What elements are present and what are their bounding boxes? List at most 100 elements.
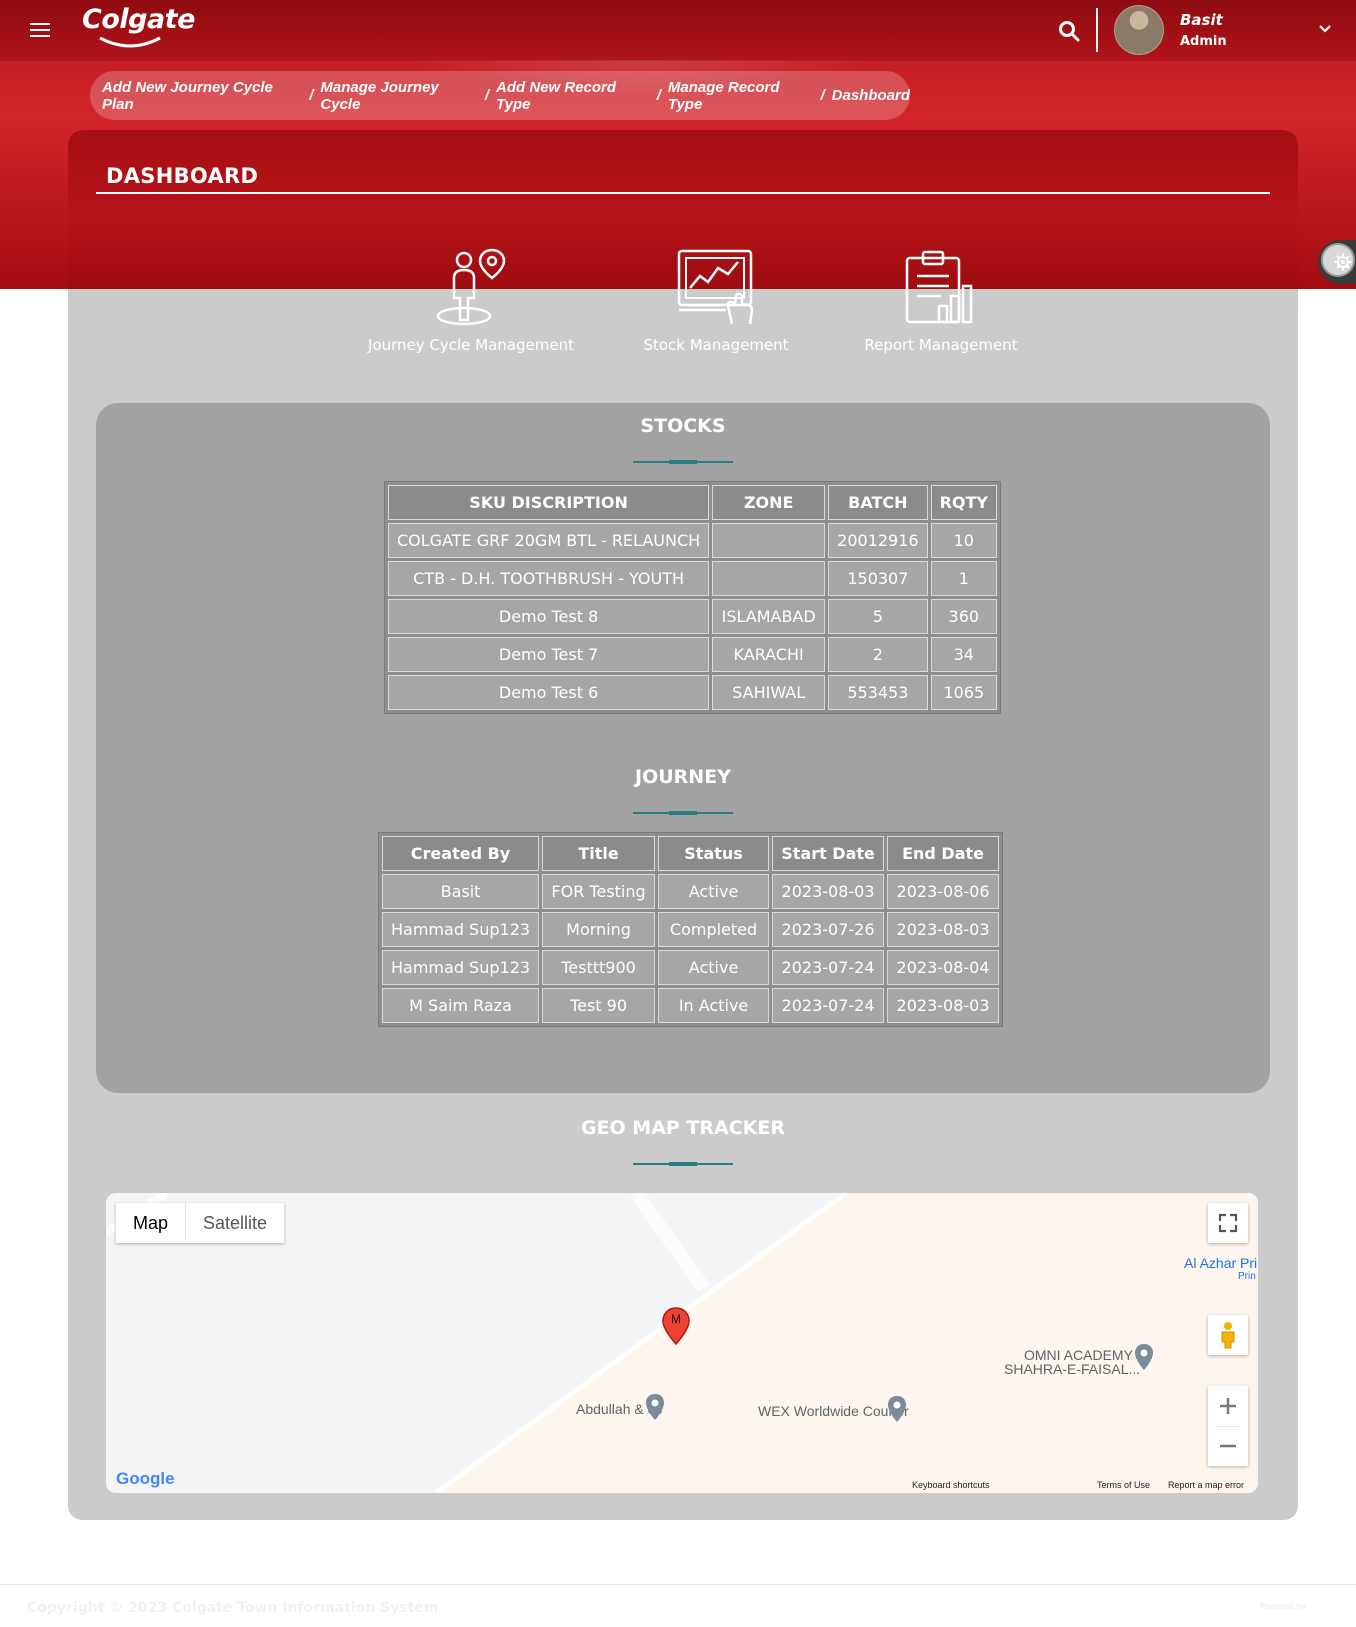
place-pin-icon[interactable]: [1134, 1343, 1154, 1371]
column-header[interactable]: Status: [658, 836, 770, 871]
stock-chart-touch-icon: [677, 249, 754, 325]
stocks-title-underline: [633, 460, 733, 464]
tables-panel: STOCKS SKU DISCRIPTION ZONE BATCH RQTY C…: [96, 403, 1270, 1093]
stocks-table: SKU DISCRIPTION ZONE BATCH RQTY COLGATE …: [384, 481, 1002, 714]
table-cell: 2023-08-03: [887, 912, 1000, 947]
place-pin-icon[interactable]: [887, 1395, 907, 1423]
terms-link[interactable]: Terms of Use: [1097, 1480, 1150, 1490]
map-type-control: Map Satellite: [116, 1203, 285, 1243]
breadcrumb-dashboard[interactable]: Dashboard: [832, 87, 910, 104]
journey-person-pin-icon: [436, 248, 506, 326]
title-divider: [96, 192, 1270, 194]
column-header[interactable]: End Date: [887, 836, 1000, 871]
table-row: Demo Test 7 KARACHI 2 34: [388, 637, 998, 672]
avatar[interactable]: [1114, 5, 1164, 55]
user-name[interactable]: Basit: [1180, 11, 1223, 29]
table-row: CTB - D.H. TOOTHBRUSH - YOUTH 150307 1: [388, 561, 998, 596]
google-logo[interactable]: Google: [116, 1469, 175, 1489]
column-header[interactable]: RQTY: [930, 485, 998, 520]
map-type-satellite-button[interactable]: Satellite: [185, 1203, 284, 1243]
table-cell: 2023-08-06: [887, 874, 1000, 909]
table-cell: COLGATE GRF 20GM BTL - RELAUNCH: [388, 523, 710, 558]
table-cell: Hammad Sup123: [382, 950, 540, 985]
breadcrumb-manage-journey-cycle[interactable]: Manage Journey Cycle: [320, 79, 477, 113]
column-header[interactable]: ZONE: [712, 485, 826, 520]
place-pin-icon[interactable]: [645, 1393, 665, 1421]
pegman-icon: [1221, 1322, 1235, 1349]
column-header[interactable]: Title: [542, 836, 656, 871]
table-cell: 2023-08-03: [772, 874, 885, 909]
module-journey-cycle-management[interactable]: Journey Cycle Management: [366, 248, 576, 354]
powered-by-text: Powered by: [1260, 1602, 1307, 1611]
table-cell: 5: [828, 599, 928, 634]
table-row: M Saim Raza Test 90 In Active 2023-07-24…: [382, 988, 1000, 1023]
report-map-error-link[interactable]: Report a map error: [1168, 1480, 1244, 1490]
table-cell: Basit: [382, 874, 540, 909]
geo-map[interactable]: Map Satellite M Abdullah & co WEX Worldw…: [106, 1193, 1258, 1493]
column-header[interactable]: Start Date: [772, 836, 885, 871]
street-view-button[interactable]: [1208, 1315, 1248, 1355]
zoom-in-icon[interactable]: [1208, 1386, 1248, 1426]
poi-label[interactable]: Al Azhar Pri: [1184, 1255, 1257, 1271]
poi-sublabel: Prin: [1238, 1271, 1256, 1282]
breadcrumb-separator: /: [484, 87, 490, 104]
table-cell: [712, 561, 826, 596]
table-cell: 20012916: [828, 523, 928, 558]
table-cell: 10: [930, 523, 998, 558]
column-header[interactable]: BATCH: [828, 485, 928, 520]
breadcrumb-manage-record-type[interactable]: Manage Record Type: [668, 79, 814, 113]
dashboard-card: DASHBOARD Journey Cycle Management Stock…: [68, 130, 1298, 1520]
table-cell: ISLAMABAD: [712, 599, 826, 634]
table-cell: Hammad Sup123: [382, 912, 540, 947]
search-icon[interactable]: [1058, 20, 1080, 42]
fullscreen-icon: [1218, 1213, 1238, 1233]
breadcrumb-separator: /: [820, 87, 825, 104]
poi-label[interactable]: SHAHRA-E-FAISAL...: [1004, 1361, 1140, 1377]
breadcrumb-add-journey-cycle-plan[interactable]: Add New Journey Cycle Plan: [102, 79, 302, 113]
table-cell: CTB - D.H. TOOTHBRUSH - YOUTH: [388, 561, 710, 596]
journey-title: JOURNEY: [635, 766, 731, 788]
table-cell: SAHIWAL: [712, 675, 826, 710]
settings-button[interactable]: [1318, 240, 1356, 284]
breadcrumb-add-record-type[interactable]: Add New Record Type: [496, 79, 650, 113]
table-header-row: SKU DISCRIPTION ZONE BATCH RQTY: [388, 485, 998, 520]
column-header[interactable]: Created By: [382, 836, 540, 871]
table-cell: 360: [930, 599, 998, 634]
table-cell: Demo Test 6: [388, 675, 710, 710]
gear-icon: [1334, 253, 1352, 271]
table-cell: 2023-08-03: [887, 988, 1000, 1023]
menu-icon[interactable]: [30, 20, 50, 40]
table-row: Demo Test 6 SAHIWAL 553453 1065: [388, 675, 998, 710]
journey-table: Created By Title Status Start Date End D…: [378, 832, 1004, 1027]
table-cell: 2023-07-24: [772, 950, 885, 985]
module-report-management[interactable]: Report Management: [846, 248, 1036, 354]
table-cell: KARACHI: [712, 637, 826, 672]
table-cell: Demo Test 8: [388, 599, 710, 634]
table-cell: 1: [930, 561, 998, 596]
chevron-down-icon[interactable]: [1318, 22, 1332, 36]
table-cell: 2023-07-24: [772, 988, 885, 1023]
module-stock-management[interactable]: Stock Management: [636, 248, 796, 354]
table-cell: Active: [658, 874, 770, 909]
brand-logo[interactable]: Colgate: [82, 4, 195, 35]
table-cell: Morning: [542, 912, 656, 947]
keyboard-shortcuts-link[interactable]: Keyboard shortcuts: [912, 1480, 990, 1490]
geo-title-underline: [633, 1162, 733, 1166]
column-header[interactable]: SKU DISCRIPTION: [388, 485, 710, 520]
zoom-out-icon[interactable]: [1208, 1426, 1248, 1466]
journey-title-underline: [633, 811, 733, 815]
table-cell: M Saim Raza: [382, 988, 540, 1023]
map-type-map-button[interactable]: Map: [116, 1203, 185, 1243]
module-label: Stock Management: [643, 336, 789, 354]
top-bar: Colgate Basit Admin: [0, 0, 1356, 60]
table-cell: Testtt900: [542, 950, 656, 985]
user-role: Admin: [1180, 34, 1227, 49]
stocks-title: STOCKS: [640, 415, 726, 437]
breadcrumb: Add New Journey Cycle Plan / Manage Jour…: [90, 71, 910, 120]
location-marker[interactable]: M: [662, 1307, 690, 1345]
table-row: Hammad Sup123 Testtt900 Active 2023-07-2…: [382, 950, 1000, 985]
module-label: Journey Cycle Management: [368, 336, 574, 354]
table-cell: Test 90: [542, 988, 656, 1023]
fullscreen-button[interactable]: [1208, 1203, 1248, 1243]
table-row: Basit FOR Testing Active 2023-08-03 2023…: [382, 874, 1000, 909]
